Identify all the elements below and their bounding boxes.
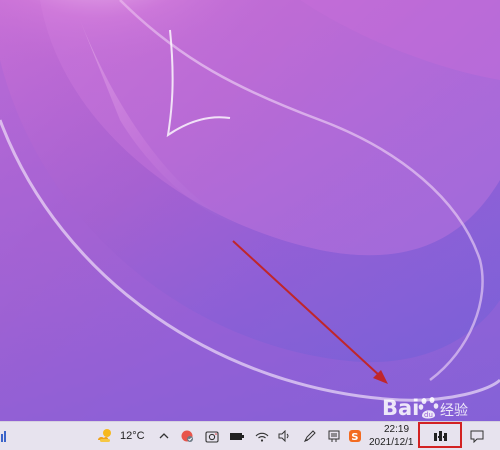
watermark-text: Bai bbox=[382, 396, 420, 420]
notification-icon[interactable] bbox=[466, 422, 488, 450]
security-shield-icon[interactable] bbox=[178, 422, 196, 450]
highlight-box bbox=[418, 422, 462, 448]
camera-app-icon[interactable] bbox=[203, 422, 221, 450]
battery-icon[interactable] bbox=[228, 422, 246, 450]
sogou-input-icon[interactable]: S bbox=[347, 422, 363, 450]
temperature-text: 12°C bbox=[120, 429, 145, 442]
wallpaper-swirl bbox=[0, 0, 500, 421]
weather-sun-icon bbox=[98, 429, 111, 442]
weather-widget[interactable]: 12°C bbox=[96, 422, 150, 450]
svg-text:du: du bbox=[424, 411, 433, 419]
wifi-icon[interactable] bbox=[253, 422, 271, 450]
input-method-icon[interactable] bbox=[326, 422, 342, 450]
paw-icon: du bbox=[418, 397, 439, 419]
chevron-up-icon[interactable] bbox=[157, 422, 171, 450]
svg-text:S: S bbox=[351, 432, 358, 443]
desktop-wallpaper bbox=[0, 0, 500, 421]
start-edge-icon[interactable] bbox=[0, 422, 10, 450]
watermark-suffix: 经验 bbox=[440, 403, 468, 419]
clock-time: 22:19 bbox=[384, 424, 410, 435]
volume-icon[interactable] bbox=[277, 422, 293, 450]
clock-date: 2021/12/1 bbox=[369, 437, 414, 448]
taskbar-edge-bar-icon bbox=[1, 431, 6, 442]
pen-icon[interactable] bbox=[302, 422, 318, 450]
